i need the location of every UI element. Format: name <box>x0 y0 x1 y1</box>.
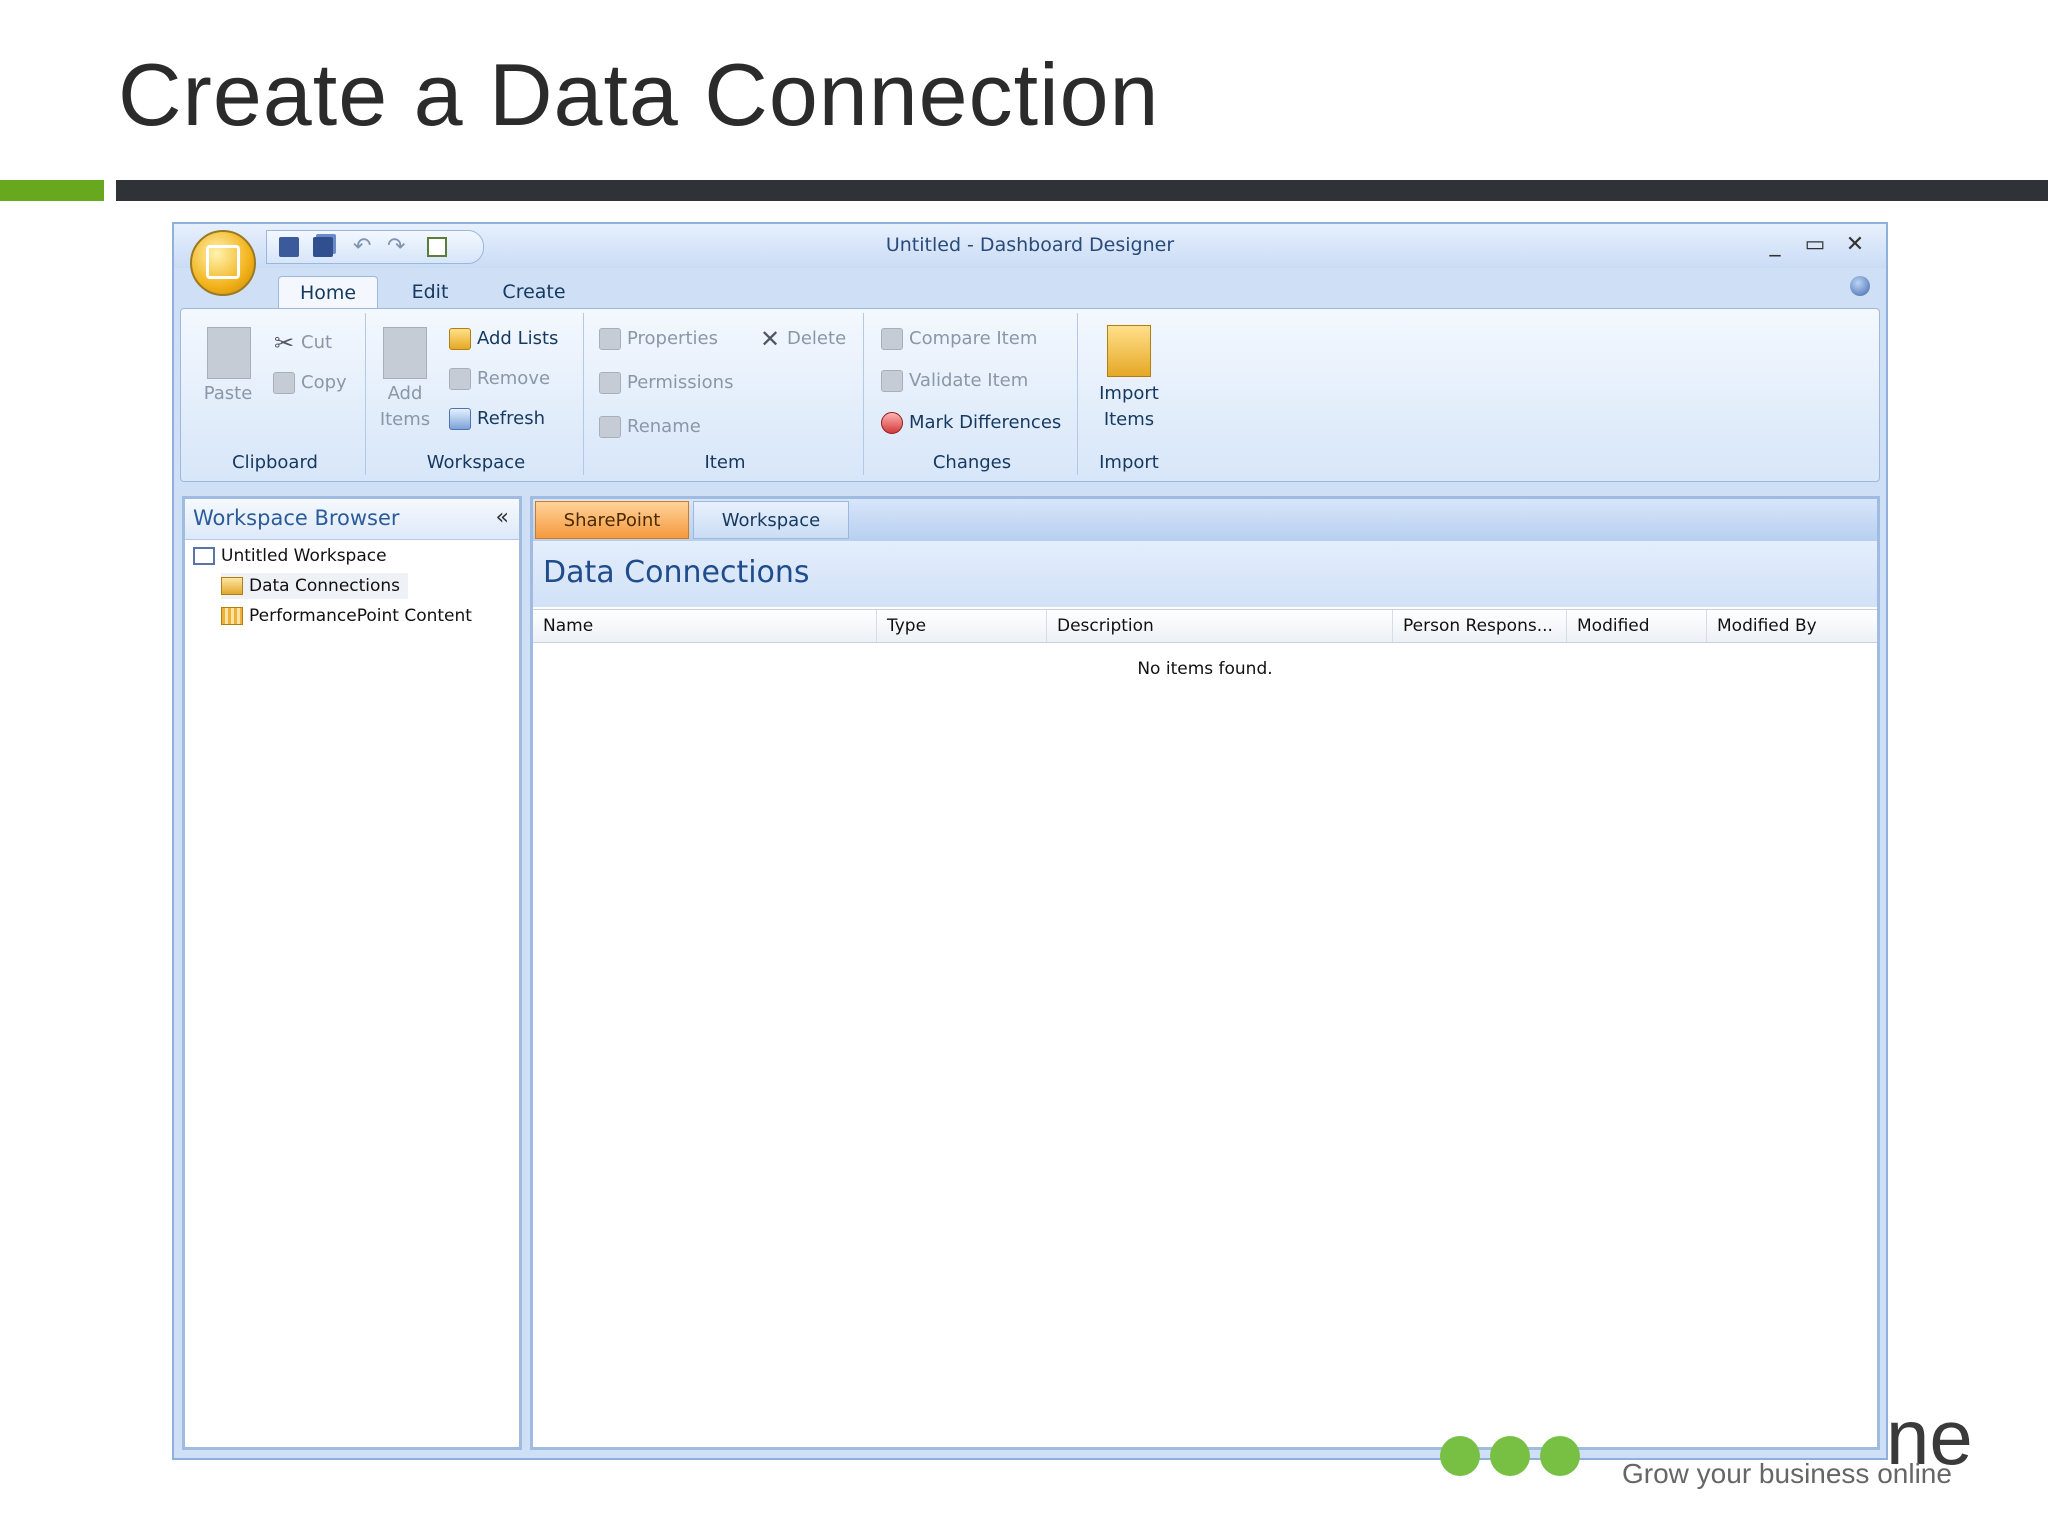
tab-home[interactable]: Home <box>278 276 378 309</box>
item-group: Properties ✕ Delete Permissions Rename It… <box>587 313 864 475</box>
office-button[interactable] <box>190 230 256 296</box>
tree-item-data-connections[interactable]: Data Connections <box>221 573 409 599</box>
permissions-icon <box>599 372 621 394</box>
scissors-icon: ✂ <box>273 329 295 357</box>
copy-icon <box>273 372 295 394</box>
logo-dot <box>1490 1436 1530 1476</box>
delete-button[interactable]: ✕ Delete <box>759 327 846 351</box>
title-accent-green-bar <box>0 180 104 201</box>
column-modified[interactable]: Modified <box>1567 610 1707 642</box>
remove-icon <box>449 368 471 390</box>
logo-dot <box>1440 1436 1480 1476</box>
add-lists-icon <box>449 328 471 350</box>
logo-tagline: Grow your business online <box>1622 1458 1952 1489</box>
column-description[interactable]: Description <box>1047 610 1393 642</box>
compare-item-button[interactable]: Compare Item <box>881 327 1037 351</box>
office-logo-icon <box>206 245 240 279</box>
properties-icon <box>599 328 621 350</box>
column-name[interactable]: Name <box>533 610 877 642</box>
workspace-icon <box>193 547 215 565</box>
changes-group: Compare Item Validate Item Mark Differen… <box>867 313 1078 475</box>
import-group-label: Import <box>1099 452 1159 473</box>
tab-create[interactable]: Create <box>484 276 584 308</box>
title-accent-dark-bar <box>116 180 2048 201</box>
minimize-button[interactable]: _ <box>1760 232 1790 258</box>
refresh-button[interactable]: Refresh <box>449 407 545 431</box>
paste-button[interactable]: Paste <box>189 381 267 407</box>
empty-list-message: No items found. <box>1137 659 1273 679</box>
changes-group-label: Changes <box>932 452 1012 473</box>
column-type[interactable]: Type <box>877 610 1047 642</box>
mark-differences-icon <box>881 412 903 434</box>
data-connections-icon <box>221 577 243 595</box>
remove-button[interactable]: Remove <box>449 367 550 391</box>
add-items-button[interactable]: Add Items <box>369 381 441 433</box>
panel-title: Data Connections <box>543 555 810 590</box>
data-connections-panel: SharePoint Workspace Data Connections Na… <box>530 496 1880 1450</box>
permissions-button[interactable]: Permissions <box>599 371 733 395</box>
tree-item-performancepoint-content[interactable]: PerformancePoint Content <box>221 603 472 629</box>
cut-button[interactable]: ✂ Cut <box>273 331 332 355</box>
delete-icon: ✕ <box>759 325 781 353</box>
properties-button[interactable]: Properties <box>599 327 718 351</box>
column-headers: Name Type Description Person Respons... … <box>533 609 1877 643</box>
window-title: Untitled - Dashboard Designer <box>885 234 1175 256</box>
validate-item-button[interactable]: Validate Item <box>881 369 1028 393</box>
item-group-label: Item <box>704 452 746 473</box>
content-icon <box>221 607 243 625</box>
workspace-browser-title: Workspace Browser <box>193 506 400 530</box>
panel-header: Data Connections <box>533 541 1877 607</box>
workspace-browser-header: Workspace Browser « <box>185 499 519 540</box>
mark-differences-button[interactable]: Mark Differences <box>881 411 1061 435</box>
dashboard-designer-window: ↶ ↷ Untitled - Dashboard Designer _ ▭ ✕ … <box>172 222 1888 1460</box>
tab-workspace[interactable]: Workspace <box>693 501 849 539</box>
help-icon[interactable] <box>1850 276 1870 296</box>
compare-icon <box>881 328 903 350</box>
import-items-button[interactable]: Import Items <box>1081 381 1177 433</box>
add-lists-button[interactable]: Add Lists <box>449 327 558 351</box>
import-items-icon <box>1107 325 1151 377</box>
workspace-group: Add Items Add Lists Remove Refresh Worksp… <box>369 313 584 475</box>
workspace-browser-panel: Workspace Browser « Untitled Workspace D… <box>182 496 522 1450</box>
clipboard-group-label: Clipboard <box>232 452 318 473</box>
close-button[interactable]: ✕ <box>1840 232 1870 258</box>
import-group: Import Items Import <box>1081 313 1177 475</box>
workspace-group-label: Workspace <box>426 452 526 473</box>
slide-title: Create a Data Connection <box>118 45 1160 144</box>
title-bar: ↶ ↷ Untitled - Dashboard Designer _ ▭ ✕ <box>174 224 1886 268</box>
maximize-button[interactable]: ▭ <box>1800 232 1830 258</box>
rename-button[interactable]: Rename <box>599 415 701 439</box>
rename-icon <box>599 416 621 438</box>
tree-item-untitled-workspace[interactable]: Untitled Workspace <box>193 543 387 569</box>
column-modified-by[interactable]: Modified By <box>1707 610 1877 642</box>
copy-button[interactable]: Copy <box>273 371 347 395</box>
collapse-button[interactable]: « <box>496 505 509 530</box>
column-person-responsible[interactable]: Person Respons... <box>1393 610 1567 642</box>
paste-icon <box>207 327 251 379</box>
document-tabs: SharePoint Workspace <box>533 499 1877 541</box>
clipboard-group: Paste ✂ Cut Copy Clipboard <box>185 313 366 475</box>
tab-edit[interactable]: Edit <box>390 276 470 308</box>
refresh-icon <box>449 408 471 430</box>
logo-dot <box>1540 1436 1580 1476</box>
validate-icon <box>881 370 903 392</box>
tab-sharepoint[interactable]: SharePoint <box>535 501 689 539</box>
add-items-icon <box>383 327 427 379</box>
ribbon-tabs: Home Edit Create <box>174 268 1886 309</box>
ribbon: Paste ✂ Cut Copy Clipboard Add Items Add L… <box>180 308 1880 482</box>
